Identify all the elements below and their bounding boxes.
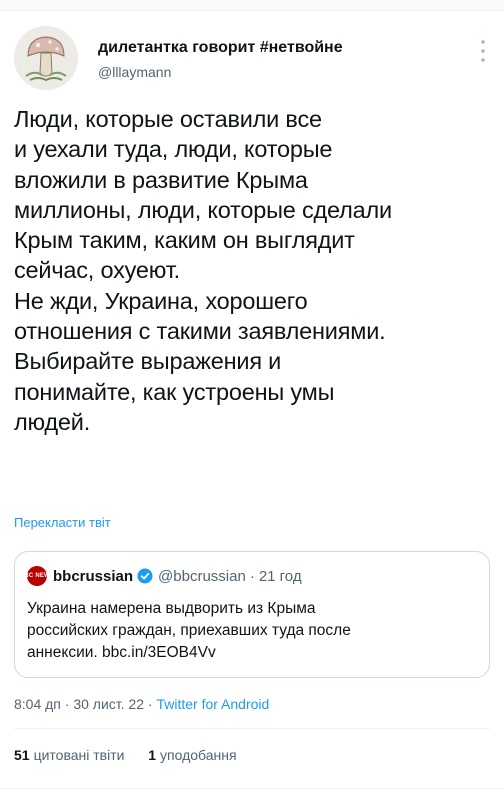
likes-label: уподобання bbox=[160, 747, 237, 763]
quoted-tweet-time: 21 год bbox=[258, 567, 302, 585]
bottom-divider bbox=[0, 788, 504, 789]
avatar[interactable] bbox=[14, 26, 78, 90]
bbc-news-logo-icon: BBC NEWS bbox=[20, 566, 54, 586]
tweet-meta: 8:04 дп · 30 лист. 22 · Twitter for Andr… bbox=[14, 695, 269, 713]
mushroom-avatar-icon bbox=[14, 26, 78, 90]
tweet-text: Люди, которые оставили все и уехали туда… bbox=[14, 106, 392, 435]
quote-tweets-count: 51 bbox=[14, 747, 30, 763]
author-display-name[interactable]: дилетантка говорит #нетвойне bbox=[98, 38, 343, 58]
tweet-time[interactable]: 8:04 дп bbox=[14, 696, 61, 712]
tweet-header: дилетантка говорит #нетвойне @lllaymann bbox=[14, 24, 490, 90]
quoted-author-name: bbcrussian bbox=[53, 567, 134, 585]
quoted-author-handle: @bbcrussian bbox=[158, 567, 246, 585]
likes-count: 1 bbox=[148, 747, 157, 763]
divider bbox=[14, 728, 490, 729]
quote-tweets-stat[interactable]: 51 цитовані твіти bbox=[14, 747, 128, 763]
tweet-source-link[interactable]: Twitter for Android bbox=[156, 696, 269, 712]
quoted-tweet-card[interactable]: BBC NEWS bbcrussian @bbcrussian · 21 год… bbox=[14, 551, 490, 678]
author-handle[interactable]: @lllaymann bbox=[98, 62, 343, 82]
quoted-tweet-header: BBC NEWS bbcrussian @bbcrussian · 21 год bbox=[20, 565, 302, 587]
quote-tweets-label: цитовані твіти bbox=[33, 747, 125, 763]
tweet-date[interactable]: 30 лист. 22 bbox=[73, 696, 144, 712]
meta-separator: · bbox=[147, 696, 153, 712]
quoted-tweet-text: Украина намерена выдворить из Крыма росс… bbox=[27, 600, 351, 661]
likes-stat[interactable]: 1 уподобання bbox=[148, 747, 236, 763]
more-options-icon[interactable] bbox=[478, 38, 488, 64]
verified-badge-icon bbox=[137, 568, 153, 584]
translate-tweet-link[interactable]: Перекласти твіт bbox=[14, 515, 111, 531]
quoted-separator-dot: · bbox=[249, 567, 255, 585]
top-divider bbox=[0, 0, 504, 11]
tweet-stats: 51 цитовані твіти 1 уподобання bbox=[14, 746, 237, 764]
